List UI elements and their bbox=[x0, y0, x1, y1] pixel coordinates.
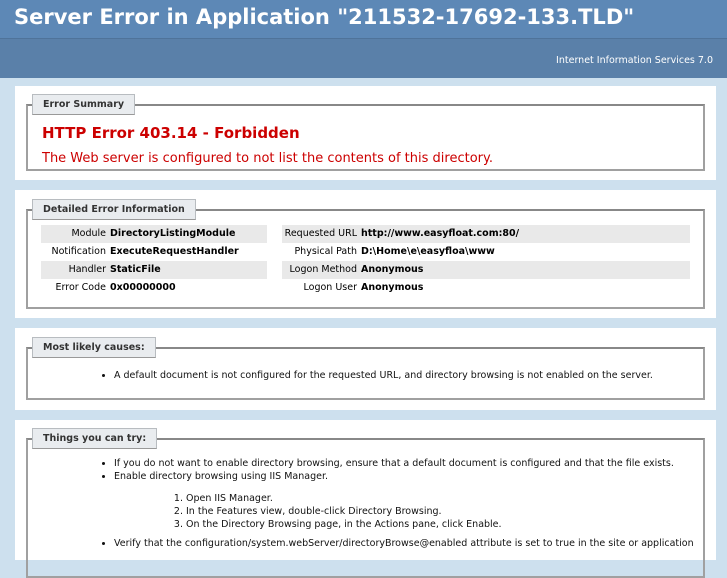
error-title: HTTP Error 403.14 - Forbidden bbox=[42, 124, 300, 142]
likely-causes-panel: Most likely causes: A default document i… bbox=[15, 328, 716, 410]
detail-row-physical-path: Physical Path D:\Home\e\easyfloa\www bbox=[282, 243, 690, 261]
likely-causes-fieldset: Most likely causes: A default document i… bbox=[26, 337, 705, 400]
likely-causes-legend: Most likely causes: bbox=[32, 337, 156, 358]
detail-label: Handler bbox=[68, 264, 106, 275]
error-message: The Web server is configured to not list… bbox=[42, 151, 493, 166]
list-item: Enable directory browsing using IIS Mana… bbox=[114, 470, 674, 483]
detail-value: StaticFile bbox=[110, 264, 161, 275]
try-list: If you do not want to enable directory b… bbox=[114, 457, 674, 483]
detail-value: DirectoryListingModule bbox=[110, 228, 236, 239]
detail-row-logon-method: Logon Method Anonymous bbox=[282, 261, 690, 279]
detailed-error-panel: Detailed Error Information Module Directo… bbox=[15, 190, 716, 318]
try-list-continued: Verify that the configuration/system.web… bbox=[114, 537, 694, 550]
server-banner: Internet Information Services 7.0 bbox=[0, 38, 727, 78]
error-summary-legend: Error Summary bbox=[32, 94, 136, 115]
step-item: In the Features view, double-click Direc… bbox=[186, 505, 502, 518]
detail-value: http://www.easyfloat.com:80/ bbox=[361, 228, 520, 239]
list-item: If you do not want to enable directory b… bbox=[114, 457, 674, 470]
detail-value: ExecuteRequestHandler bbox=[110, 246, 239, 257]
things-to-try-panel: Things you can try: If you do not want t… bbox=[15, 420, 716, 578]
things-to-try-fieldset: Things you can try: If you do not want t… bbox=[26, 428, 705, 578]
detail-value: D:\Home\e\easyfloa\www bbox=[361, 246, 495, 257]
step-item: On the Directory Browsing page, in the A… bbox=[186, 518, 502, 531]
detail-label: Notification bbox=[51, 246, 106, 257]
server-version: Internet Information Services 7.0 bbox=[556, 55, 713, 66]
detail-row-requested-url: Requested URL http://www.easyfloat.com:80… bbox=[282, 225, 690, 243]
detail-label: Requested URL bbox=[284, 228, 357, 239]
detail-row-module: Module DirectoryListingModule bbox=[41, 225, 267, 243]
detail-row-handler: Handler StaticFile bbox=[41, 261, 267, 279]
detailed-error-legend: Detailed Error Information bbox=[32, 199, 196, 220]
detail-row-error-code: Error Code 0x00000000 bbox=[41, 279, 267, 297]
detail-label: Error Code bbox=[55, 282, 107, 293]
detail-value: 0x00000000 bbox=[110, 282, 176, 293]
error-summary-fieldset: Error Summary HTTP Error 403.14 - Forbid… bbox=[26, 94, 705, 171]
page-title: Server Error in Application "211532-1769… bbox=[14, 5, 635, 29]
detailed-error-fieldset: Detailed Error Information Module Directo… bbox=[26, 199, 705, 309]
things-to-try-legend: Things you can try: bbox=[32, 428, 158, 449]
list-item: Verify that the configuration/system.web… bbox=[114, 537, 694, 550]
step-item: Open IIS Manager. bbox=[186, 492, 502, 505]
detail-label: Logon Method bbox=[289, 264, 357, 275]
detail-row-notification: Notification ExecuteRequestHandler bbox=[41, 243, 267, 261]
detail-value: Anonymous bbox=[361, 264, 424, 275]
detail-label: Logon User bbox=[303, 282, 357, 293]
error-summary-panel: Error Summary HTTP Error 403.14 - Forbid… bbox=[15, 86, 716, 180]
detail-label: Physical Path bbox=[294, 246, 357, 257]
list-item: A default document is not configured for… bbox=[114, 369, 653, 382]
detail-row-logon-user: Logon User Anonymous bbox=[282, 279, 690, 297]
detail-label: Module bbox=[71, 228, 106, 239]
iis-steps-list: Open IIS Manager. In the Features view, … bbox=[186, 492, 502, 531]
detail-value: Anonymous bbox=[361, 282, 424, 293]
causes-list: A default document is not configured for… bbox=[114, 369, 653, 382]
page-header: Server Error in Application "211532-1769… bbox=[0, 0, 727, 38]
